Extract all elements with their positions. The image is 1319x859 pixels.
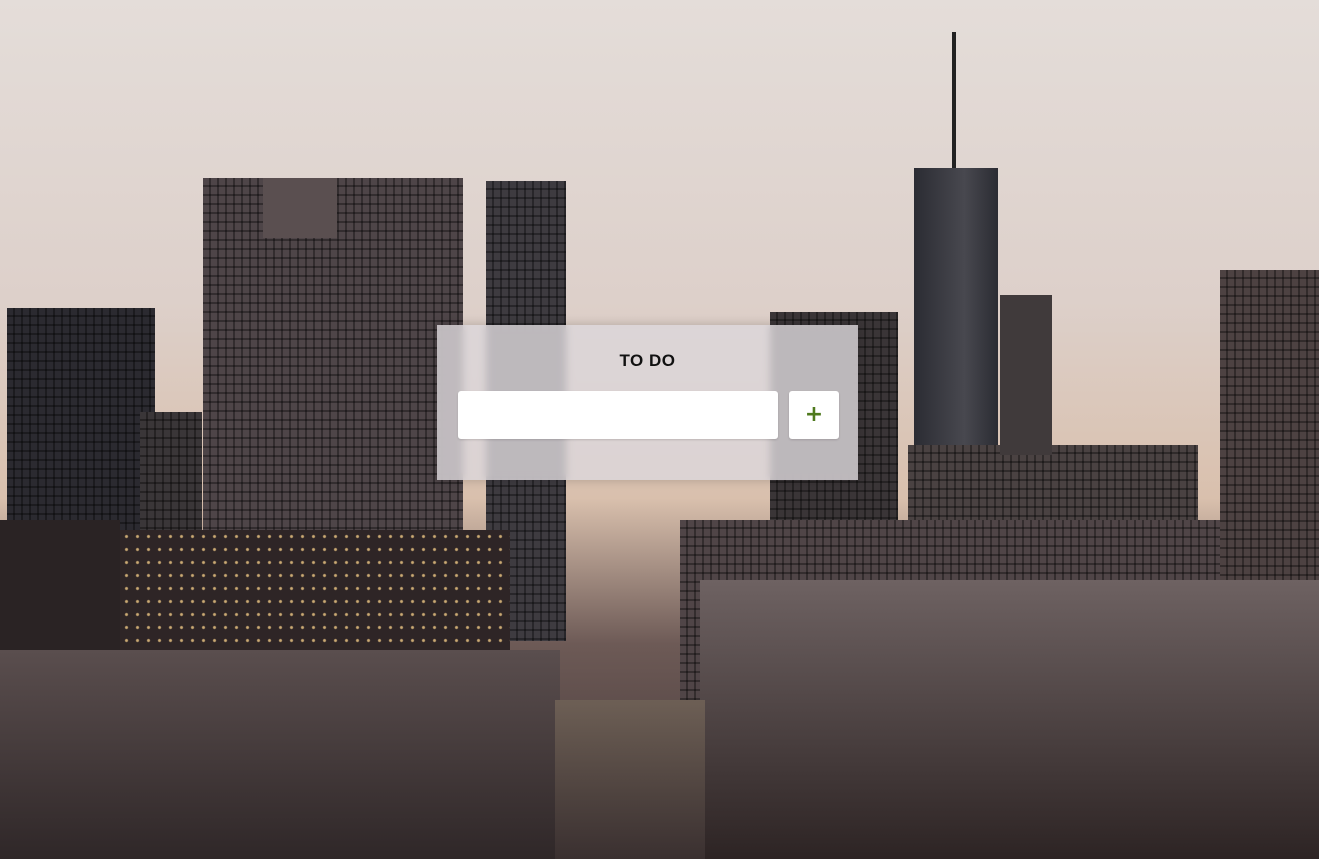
building-small-mid <box>140 412 202 542</box>
building-left-tower <box>7 308 155 538</box>
rooftops-foreground-right <box>700 580 1319 859</box>
building-right-tower <box>1220 270 1319 590</box>
building-front-left <box>110 530 510 660</box>
building-left-block <box>0 520 120 660</box>
street-canyon <box>555 700 705 859</box>
todo-input[interactable] <box>458 391 778 439</box>
rooftops-foreground-left <box>0 650 560 859</box>
building-one-wtc-spire <box>952 32 956 172</box>
add-todo-button[interactable]: + <box>789 391 839 439</box>
building-verizon-top <box>263 178 337 238</box>
todo-title: TO DO <box>619 351 676 370</box>
todo-panel: TO DO + <box>437 325 858 480</box>
building-one-wtc <box>914 168 998 488</box>
building-municipal-tower <box>1000 295 1052 455</box>
